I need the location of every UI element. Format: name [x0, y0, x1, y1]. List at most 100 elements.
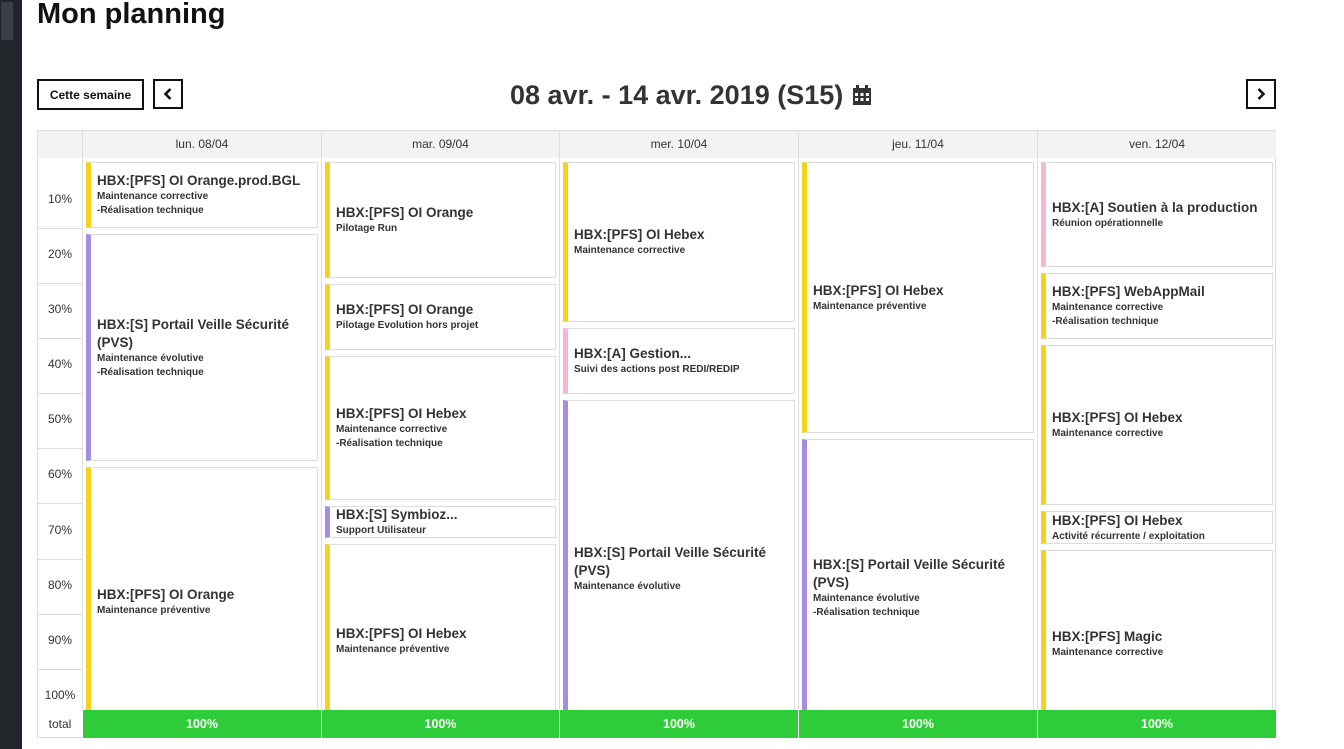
y-axis-label: 50%: [47, 412, 73, 426]
event-subtitle: Pilotage Run: [336, 223, 398, 234]
week-range-title: 08 avr. - 14 avr. 2019 (S15): [510, 78, 872, 112]
planning-event[interactable]: HBX:[PFS] OI Hebex Maintenance corrective…: [325, 356, 556, 500]
planning-event[interactable]: HBX:[PFS] OI Orange Pilotage Evolution ho…: [325, 284, 556, 350]
event-subtitle: Maintenance corrective: [574, 245, 686, 256]
total-row-label: total: [48, 717, 72, 731]
calendar-icon[interactable]: [852, 84, 872, 106]
y-axis-label: 20%: [47, 247, 73, 261]
y-axis-label: 70%: [47, 523, 73, 537]
event-title: HBX:[PFS] OI Hebex: [813, 282, 944, 298]
planning-event[interactable]: HBX:[PFS] OI Hebex Maintenance corrective: [563, 162, 795, 322]
day-total: 100%: [1037, 710, 1276, 738]
y-axis-separator: [38, 338, 82, 339]
event-title: HBX:[PFS] OI Hebex: [336, 625, 467, 641]
event-title: HBX:[PFS] Magic: [1052, 628, 1163, 644]
event-subtitle: Maintenance préventive: [336, 643, 450, 655]
y-axis-label: 30%: [47, 302, 73, 316]
planning-event[interactable]: HBX:[A] Gestion... Suivi des actions post…: [563, 328, 795, 394]
event-title: HBX:[PFS] OI Orange: [97, 587, 235, 602]
event-title: HBX:[PFS] OI Orange: [336, 302, 474, 317]
event-subtitle: Maintenance corrective -Réalisation tech…: [1052, 302, 1164, 327]
day-column: HBX:[PFS] OI Orange Pilotage Run HBX:[PFS]…: [321, 158, 559, 737]
grid-corner: [38, 131, 82, 158]
event-subtitle: Maintenance corrective -Réalisation tech…: [336, 424, 448, 449]
y-axis-label: 100%: [44, 688, 76, 702]
planning-event[interactable]: HBX:[PFS] WebAppMail Maintenance correcti…: [1041, 273, 1273, 339]
chevron-right-icon: [1256, 88, 1266, 100]
day-total: 100%: [82, 710, 321, 738]
event-subtitle: Maintenance préventive: [813, 300, 927, 312]
planning-event[interactable]: HBX:[PFS] OI Orange Pilotage Run: [325, 162, 556, 278]
y-axis-separator: [38, 228, 82, 229]
y-axis-label: 40%: [47, 357, 73, 371]
event-title: HBX:[PFS] OI Hebex: [574, 227, 705, 242]
day-column: HBX:[PFS] OI Orange.prod.BGL Maintenance …: [82, 158, 321, 737]
event-title: HBX:[PFS] OI Orange: [336, 205, 474, 220]
planning-grid: 10% 20% 30% 40% 50% 60% 70% 80% 90% 100% lun. 08/…: [37, 130, 1276, 738]
day-total: 100%: [798, 710, 1037, 738]
event-subtitle: Pilotage Evolution hors projet: [336, 320, 479, 331]
event-title: HBX:[A] Gestion...: [574, 346, 691, 361]
planning-event[interactable]: HBX:[PFS] Magic Maintenance corrective: [1041, 550, 1273, 737]
event-subtitle: Maintenance préventive: [97, 605, 211, 616]
event-subtitle: Suivi des actions post REDI/REDIP: [574, 364, 740, 375]
previous-week-button[interactable]: [153, 79, 183, 109]
side-panel-strip: [0, 0, 22, 749]
day-total: 100%: [559, 710, 798, 738]
event-subtitle: Maintenance corrective: [1052, 428, 1164, 439]
y-axis-separator: [38, 559, 82, 560]
event-subtitle: Réunion opérationnelle: [1052, 217, 1164, 229]
day-header: mer. 10/04: [559, 131, 798, 158]
planning-event[interactable]: HBX:[S] Symbioz... Support Utilisateur: [325, 506, 556, 538]
planning-event[interactable]: HBX:[PFS] OI Orange Maintenance préventiv…: [86, 467, 318, 737]
event-subtitle: Maintenance corrective -Réalisation tech…: [97, 191, 209, 216]
day-header: lun. 08/04: [82, 131, 321, 158]
y-axis-separator: [38, 283, 82, 284]
event-title: HBX:[PFS] OI Hebex: [1052, 410, 1183, 425]
y-axis-separator: [38, 614, 82, 615]
event-subtitle: Activité récurrente / exploitation: [1052, 530, 1205, 542]
chevron-left-icon: [163, 88, 173, 100]
planning-event[interactable]: HBX:[PFS] OI Hebex Activité récurrente / …: [1041, 511, 1273, 544]
day-column: HBX:[PFS] OI Hebex Maintenance corrective…: [559, 158, 798, 737]
y-axis-label: 60%: [47, 467, 73, 481]
day-header: mar. 09/04: [321, 131, 559, 158]
page-title: Mon planning: [37, 0, 226, 30]
event-title: HBX:[S] Portail Veille Sécurité (PVS): [574, 544, 767, 578]
side-panel-thumbnail: [1, 2, 13, 40]
day-column: HBX:[A] Soutien à la production Réunion o…: [1037, 158, 1276, 737]
y-axis-separator: [38, 448, 82, 449]
event-subtitle: Maintenance corrective: [1052, 646, 1164, 658]
y-axis-separator: [38, 503, 82, 504]
this-week-button[interactable]: Cette semaine: [37, 79, 144, 110]
event-title: HBX:[PFS] OI Hebex: [1052, 512, 1183, 528]
event-subtitle: Maintenance évolutive: [574, 580, 681, 592]
planning-event[interactable]: HBX:[PFS] OI Hebex Maintenance corrective: [1041, 345, 1273, 505]
event-title: HBX:[PFS] OI Orange.prod.BGL: [97, 173, 301, 188]
planning-event[interactable]: HBX:[PFS] OI Hebex Maintenance préventive: [325, 544, 556, 737]
event-title: HBX:[PFS] OI Hebex: [336, 406, 467, 421]
planning-event[interactable]: HBX:[S] Portail Veille Sécurité (PVS) Mai…: [86, 234, 318, 461]
day-header: jeu. 11/04: [798, 131, 1037, 158]
week-range-label: 08 avr. - 14 avr. 2019 (S15): [510, 79, 844, 110]
event-title: HBX:[PFS] WebAppMail: [1052, 284, 1205, 299]
planning-event[interactable]: HBX:[S] Portail Veille Sécurité (PVS) Mai…: [802, 439, 1034, 737]
day-column: HBX:[PFS] OI Hebex Maintenance préventive…: [798, 158, 1037, 737]
y-axis-separator: [38, 669, 82, 670]
event-subtitle: Maintenance évolutive -Réalisation techn…: [97, 352, 204, 378]
event-title: HBX:[A] Soutien à la production: [1052, 199, 1258, 215]
event-title: HBX:[S] Symbioz...: [336, 507, 458, 522]
y-axis-label: 80%: [47, 578, 73, 592]
planning-event[interactable]: HBX:[PFS] OI Hebex Maintenance préventive: [802, 162, 1034, 433]
planning-event[interactable]: HBX:[PFS] OI Orange.prod.BGL Maintenance …: [86, 162, 318, 228]
day-header: ven. 12/04: [1037, 131, 1276, 158]
day-total: 100%: [321, 710, 559, 738]
planning-event[interactable]: HBX:[A] Soutien à la production Réunion o…: [1041, 162, 1273, 267]
y-axis-label: 90%: [47, 633, 73, 647]
event-title: HBX:[S] Portail Veille Sécurité (PVS): [813, 557, 1006, 590]
planning-event[interactable]: HBX:[S] Portail Veille Sécurité (PVS) Mai…: [563, 400, 795, 737]
y-axis-separator: [38, 393, 82, 394]
next-week-button[interactable]: [1246, 79, 1276, 109]
y-axis-label: 10%: [47, 192, 73, 206]
event-subtitle: Maintenance évolutive -Réalisation techn…: [813, 593, 920, 618]
